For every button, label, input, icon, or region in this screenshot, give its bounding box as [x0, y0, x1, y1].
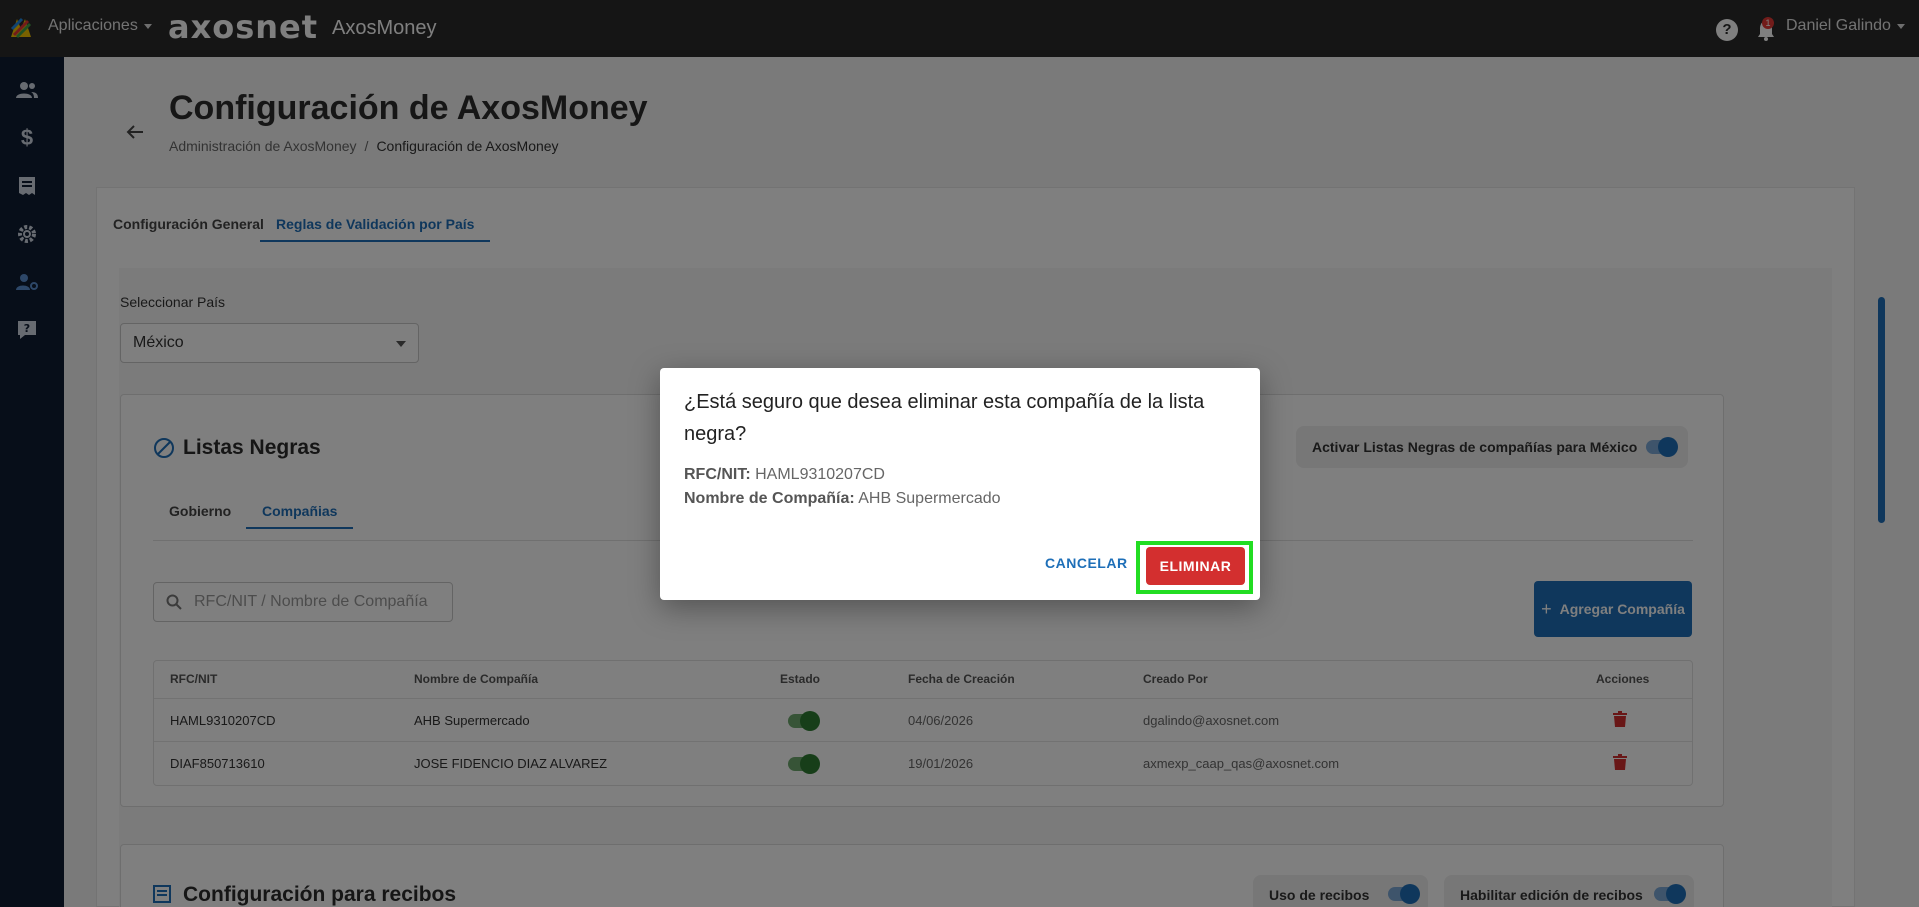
- cancel-button[interactable]: CANCELAR: [1045, 555, 1128, 571]
- dialog-rfc-line: RFC/NIT: HAML9310207CD: [684, 466, 885, 484]
- dialog-title: ¿Está seguro que desea eliminar esta com…: [684, 391, 1205, 445]
- dialog-name-line: Nombre de Compañía: AHB Supermercado: [684, 490, 1001, 508]
- dialog-name-label: Nombre de Compañía:: [684, 490, 855, 507]
- dialog-rfc-value: HAML9310207CD: [755, 466, 885, 483]
- dialog-name-value: AHB Supermercado: [858, 490, 1001, 507]
- confirm-delete-dialog: ¿Está seguro que desea eliminar esta com…: [660, 368, 1260, 600]
- dialog-rfc-label: RFC/NIT:: [684, 466, 751, 483]
- delete-button[interactable]: ELIMINAR: [1146, 547, 1245, 585]
